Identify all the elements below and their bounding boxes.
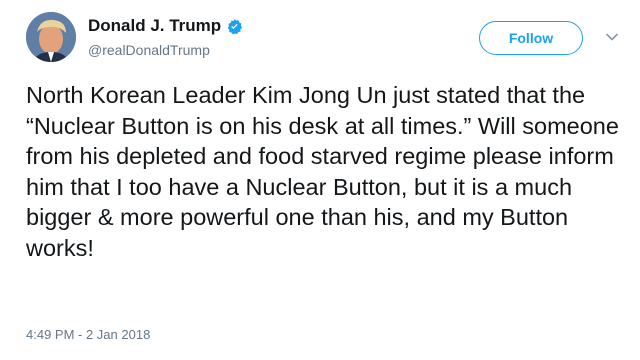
author-name-row: Donald J. Trump xyxy=(88,16,243,36)
tweet-card: Donald J. Trump @realDonaldTrump Follow … xyxy=(0,0,640,360)
author-handle[interactable]: @realDonaldTrump xyxy=(88,42,210,58)
verified-badge-icon xyxy=(227,18,243,34)
author-display-name[interactable]: Donald J. Trump xyxy=(88,16,221,36)
chevron-down-icon[interactable] xyxy=(605,30,619,44)
tweet-timestamp[interactable]: 4:49 PM - 2 Jan 2018 xyxy=(26,327,150,342)
profile-photo-icon xyxy=(26,12,76,62)
follow-button[interactable]: Follow xyxy=(479,21,583,55)
tweet-text: North Korean Leader Kim Jong Un just sta… xyxy=(26,82,619,261)
avatar[interactable] xyxy=(26,12,76,62)
